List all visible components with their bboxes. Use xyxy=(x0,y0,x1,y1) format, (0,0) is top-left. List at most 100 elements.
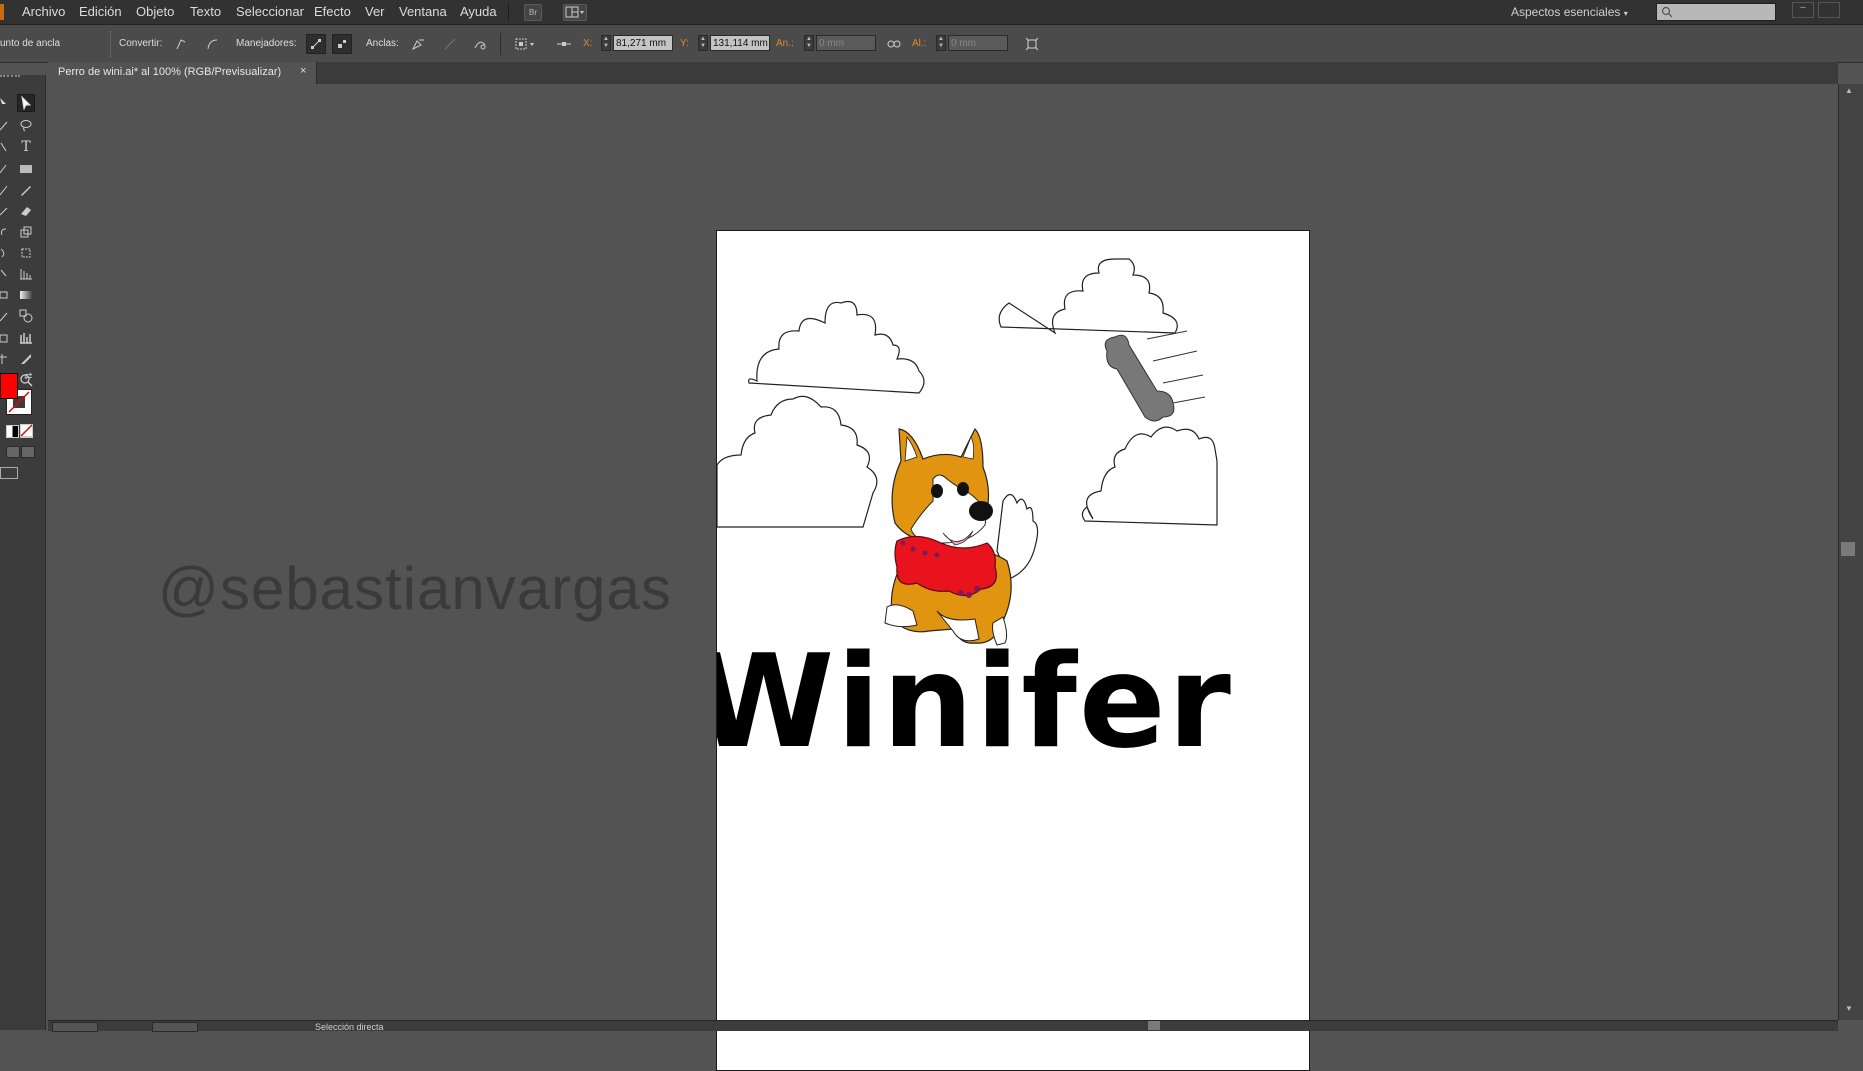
show-handles-button[interactable] xyxy=(306,34,326,54)
rotate-tool[interactable] xyxy=(0,223,8,241)
workspace-switcher[interactable]: Aspectos esenciales ▾ xyxy=(1511,5,1628,19)
horizontal-scroll-thumb[interactable] xyxy=(1148,1021,1160,1030)
zoom-level-field[interactable] xyxy=(52,1022,98,1032)
minimize-button[interactable]: – xyxy=(1792,2,1814,18)
slice-tool[interactable] xyxy=(17,350,35,368)
arrange-grid-icon xyxy=(565,6,584,18)
vertical-scroll-thumb[interactable] xyxy=(1841,542,1855,556)
help-search-input[interactable] xyxy=(1656,3,1776,21)
lasso-icon xyxy=(20,120,32,132)
scroll-up-icon[interactable]: ▲ xyxy=(1845,86,1853,95)
artboard[interactable]: Winifer xyxy=(716,230,1310,1071)
reference-point-button[interactable] xyxy=(554,34,574,54)
gradient-tool[interactable] xyxy=(17,286,35,304)
menu-ventana[interactable]: Ventana xyxy=(399,4,447,19)
remove-anchor-button[interactable] xyxy=(408,34,428,54)
search-icon xyxy=(1661,6,1673,18)
menu-edicion[interactable]: Edición xyxy=(79,4,122,19)
dog-illustration[interactable] xyxy=(884,427,1039,646)
x-label: X: xyxy=(583,38,593,49)
hide-handles-button[interactable] xyxy=(332,34,352,54)
chevron-down-icon: ▾ xyxy=(1623,9,1628,18)
scroll-down-icon[interactable]: ▼ xyxy=(1845,1004,1853,1013)
blob-brush-tool[interactable] xyxy=(0,202,8,220)
grip-handle[interactable] xyxy=(110,31,113,57)
width-field[interactable]: 0 mm xyxy=(816,35,876,51)
anchor-point-label: unto de ancla xyxy=(0,38,61,49)
align-options-button[interactable] xyxy=(512,34,540,54)
canvas[interactable]: @sebastianvargas Winifer xyxy=(48,84,1838,1071)
blend-tool[interactable] xyxy=(17,307,35,325)
height-stepper[interactable]: ▲ ▼ xyxy=(936,35,946,51)
mesh-tool[interactable] xyxy=(0,286,8,304)
artboard-navigation-field[interactable] xyxy=(152,1022,198,1032)
color-mode-button[interactable] xyxy=(6,425,19,438)
draw-behind-button[interactable] xyxy=(21,446,35,458)
rectangle-icon xyxy=(20,165,32,173)
connect-anchors-button[interactable] xyxy=(440,34,460,54)
height-field[interactable]: 0 mm xyxy=(948,35,1008,51)
convert-label: Convertir: xyxy=(119,38,163,49)
column-graph-tool[interactable] xyxy=(17,329,35,347)
paintbrush-tool[interactable] xyxy=(0,181,8,199)
none-mode-icon[interactable] xyxy=(20,424,33,437)
isolate-selection-button[interactable] xyxy=(1022,34,1042,54)
menu-ayuda[interactable]: Ayuda xyxy=(460,4,497,19)
cloud-shape[interactable] xyxy=(717,395,878,528)
shape-builder-tool[interactable] xyxy=(0,265,8,283)
menu-texto[interactable]: Texto xyxy=(190,4,221,19)
lasso-tool[interactable] xyxy=(17,116,35,134)
line-tool[interactable] xyxy=(0,160,8,178)
document-tab-bar: Perro de wini.ai* al 100% (RGB/Previsual… xyxy=(48,62,1838,84)
x-field[interactable]: 81,271 mm xyxy=(613,35,673,51)
warp-tool[interactable] xyxy=(0,244,8,262)
swap-colors-icon[interactable]: ⇄ xyxy=(24,371,32,382)
menu-archivo[interactable]: Archivo xyxy=(22,4,65,19)
rectangle-tool[interactable] xyxy=(17,160,35,178)
scale-tool[interactable] xyxy=(17,223,35,241)
tools-panel: T ⇄ xyxy=(0,75,46,1030)
fill-color-swatch[interactable] xyxy=(0,373,18,399)
artwork-title[interactable]: Winifer xyxy=(717,628,1233,777)
restore-button[interactable] xyxy=(1818,2,1840,18)
wand-icon xyxy=(0,121,8,131)
direct-selection-tool[interactable] xyxy=(17,94,35,112)
convert-to-corner-button[interactable] xyxy=(171,34,191,54)
bridge-button[interactable]: Br xyxy=(524,4,542,21)
cloud-shape[interactable] xyxy=(1081,426,1218,526)
selection-tool[interactable] xyxy=(0,94,8,112)
close-tab-icon[interactable]: × xyxy=(300,65,306,77)
type-tool[interactable]: T xyxy=(17,138,35,156)
y-field[interactable]: 131,114 mm xyxy=(710,35,770,51)
bone-shape[interactable] xyxy=(1104,334,1175,422)
menu-efecto[interactable]: Efecto xyxy=(314,4,351,19)
free-transform-tool[interactable] xyxy=(17,244,35,262)
perspective-grid-tool[interactable] xyxy=(17,265,35,283)
cloud-shape[interactable] xyxy=(998,258,1178,335)
convert-to-smooth-button[interactable] xyxy=(202,34,222,54)
constrain-proportions-button[interactable] xyxy=(884,34,904,54)
menu-objeto[interactable]: Objeto xyxy=(136,4,174,19)
eyedropper-tool[interactable] xyxy=(0,307,8,325)
pen-tool[interactable] xyxy=(0,138,8,156)
draw-mode-button[interactable] xyxy=(6,446,20,458)
menu-ver[interactable]: Ver xyxy=(365,4,385,19)
cloud-shape[interactable] xyxy=(748,300,925,394)
magic-wand-tool[interactable] xyxy=(0,116,8,134)
x-stepper[interactable]: ▲ ▼ xyxy=(601,35,611,51)
pencil-tool[interactable] xyxy=(17,181,35,199)
width-stepper[interactable]: ▲ ▼ xyxy=(804,35,814,51)
artboard-tool[interactable] xyxy=(0,350,8,368)
corner-point-icon xyxy=(176,39,186,50)
panel-grip[interactable] xyxy=(0,75,20,80)
menu-seleccionar[interactable]: Seleccionar xyxy=(236,4,304,19)
arrange-documents-button[interactable] xyxy=(563,4,587,21)
symbol-sprayer-tool[interactable] xyxy=(0,329,8,347)
artboard-icon xyxy=(0,354,7,364)
screen-mode-button[interactable] xyxy=(0,467,18,479)
y-stepper[interactable]: ▲ ▼ xyxy=(698,35,708,51)
document-tab[interactable]: Perro de wini.ai* al 100% (RGB/Previsual… xyxy=(48,62,317,84)
cut-path-button[interactable] xyxy=(470,34,490,54)
eraser-tool[interactable] xyxy=(17,202,35,220)
pen-icon xyxy=(0,142,7,152)
